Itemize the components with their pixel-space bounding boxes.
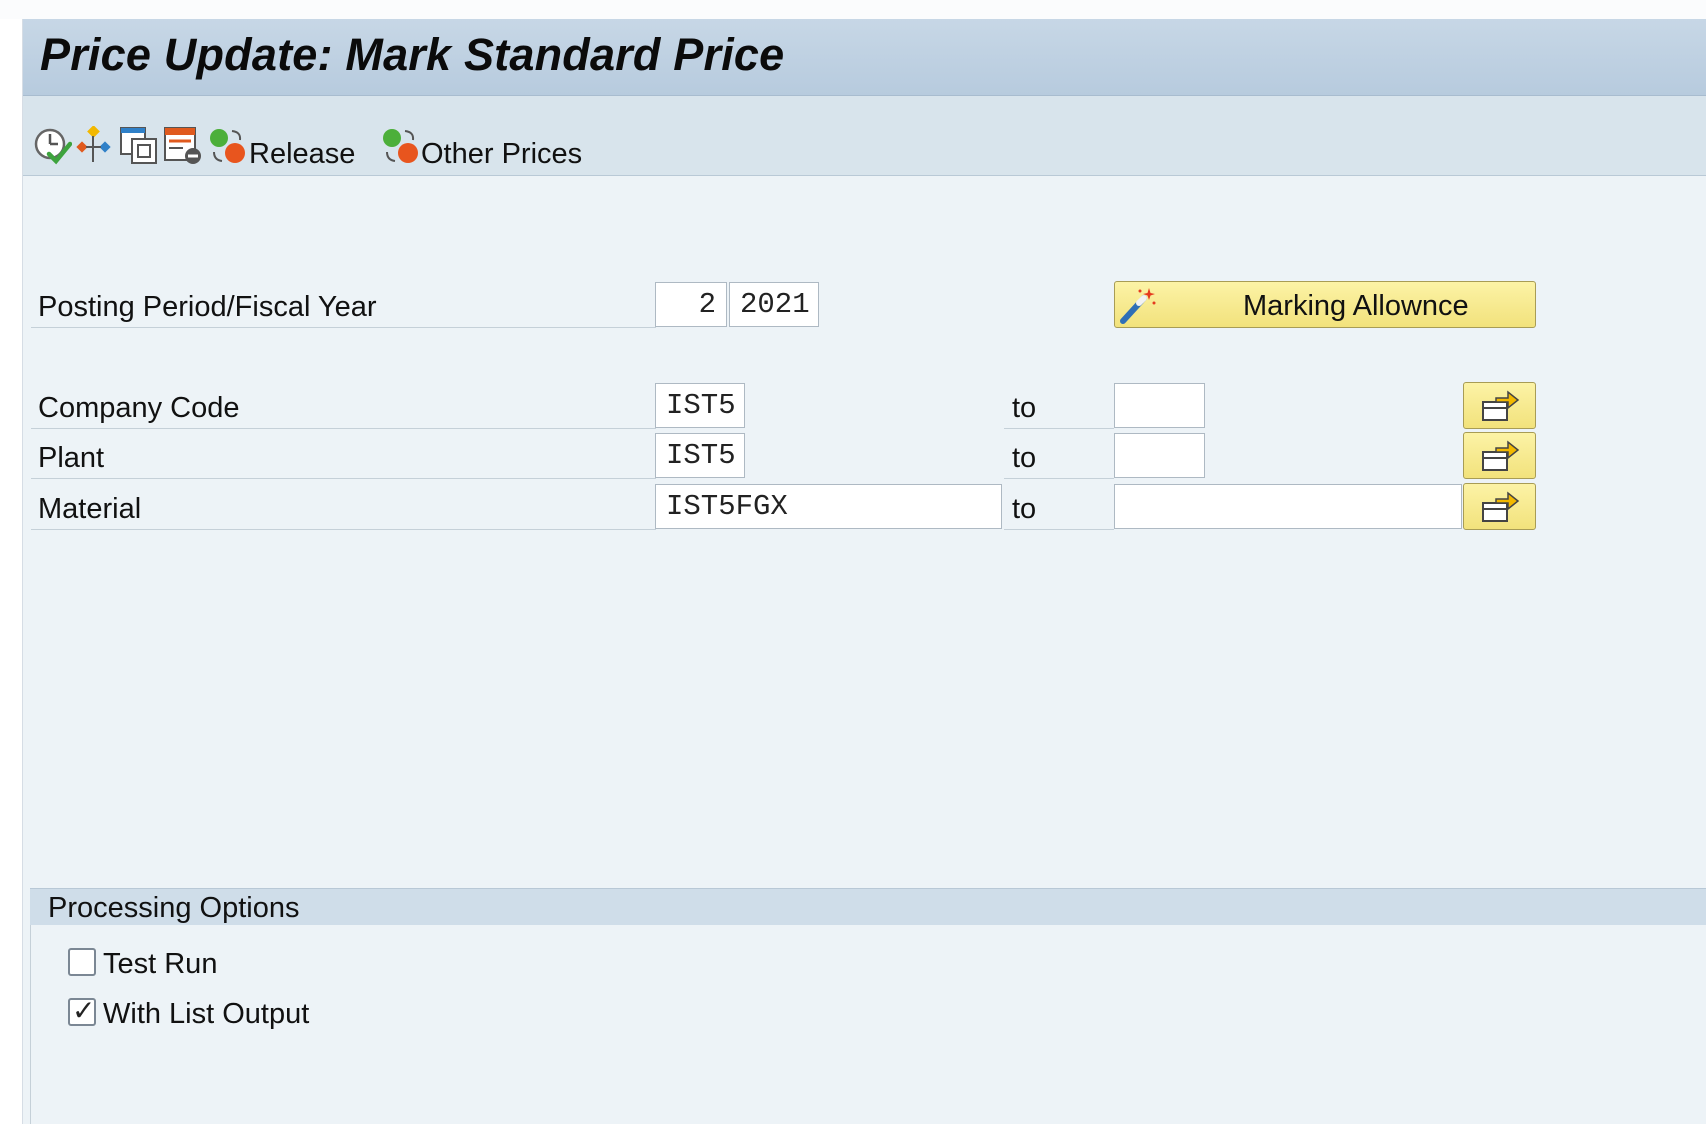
row-divider [31, 529, 656, 530]
material-to-field[interactable] [1114, 484, 1462, 529]
posting-period-field[interactable]: 2 [655, 282, 727, 327]
plant-from-field[interactable]: IST5 [655, 433, 745, 478]
plant-multiple-selection-button[interactable] [1463, 432, 1536, 479]
company-code-multiple-selection-button[interactable] [1463, 382, 1536, 429]
company-code-from-field[interactable]: IST5 [655, 383, 745, 428]
material-label: Material [38, 493, 142, 525]
processing-options-title: Processing Options [48, 892, 300, 924]
multiple-selection-arrow-icon [1482, 390, 1520, 421]
test-run-checkbox[interactable] [68, 948, 96, 976]
left-strip [0, 19, 23, 1124]
copy-windows-icon[interactable] [119, 126, 159, 166]
top-strip [0, 0, 1706, 19]
row-divider [1004, 428, 1114, 429]
page-title: Price Update: Mark Standard Price [40, 29, 785, 80]
magic-wand-icon [1120, 288, 1156, 324]
row-divider [31, 327, 656, 328]
row-divider [31, 478, 656, 479]
hierarchy-icon[interactable] [75, 126, 115, 166]
other-prices-button[interactable]: Other Prices [421, 138, 582, 171]
to-label: to [1012, 442, 1037, 474]
checkmark-icon: ✓ [72, 995, 96, 1026]
with-list-output-label: With List Output [103, 998, 310, 1030]
fiscal-year-field[interactable]: 2021 [729, 282, 819, 327]
processing-options-header: Processing Options [30, 888, 1706, 926]
multiple-selection-arrow-icon [1482, 491, 1520, 522]
row-divider [31, 428, 656, 429]
app-window: Price Update: Mark Standard Price Releas… [23, 19, 1706, 1124]
marking-allowance-label: Marking Allownce [1243, 290, 1469, 322]
row-divider [1004, 478, 1114, 479]
material-from-field[interactable]: IST5FGX [655, 484, 1002, 529]
company-code-to-field[interactable] [1114, 383, 1205, 428]
plant-to-field[interactable] [1114, 433, 1205, 478]
release-button[interactable]: Release [249, 138, 355, 171]
execute-clock-icon[interactable] [32, 126, 72, 166]
to-label: to [1012, 493, 1037, 525]
title-bar: Price Update: Mark Standard Price [23, 19, 1706, 96]
row-divider [1004, 529, 1114, 530]
application-toolbar: Release Other Prices [23, 96, 1706, 176]
release-status-icon[interactable] [208, 126, 248, 166]
posting-period-label: Posting Period/Fiscal Year [38, 291, 377, 323]
material-multiple-selection-button[interactable] [1463, 483, 1536, 530]
processing-options-body: Test Run ✓ With List Output [30, 925, 1706, 1124]
company-code-label: Company Code [38, 392, 240, 424]
marking-allowance-button[interactable]: Marking Allownce [1114, 281, 1536, 328]
multiple-selection-arrow-icon [1482, 440, 1520, 471]
test-run-label: Test Run [103, 948, 218, 980]
plant-label: Plant [38, 442, 105, 474]
to-label: to [1012, 392, 1037, 424]
with-list-output-checkbox[interactable]: ✓ [68, 995, 96, 1026]
list-delete-icon[interactable] [163, 126, 203, 166]
other-prices-status-icon[interactable] [381, 126, 421, 166]
